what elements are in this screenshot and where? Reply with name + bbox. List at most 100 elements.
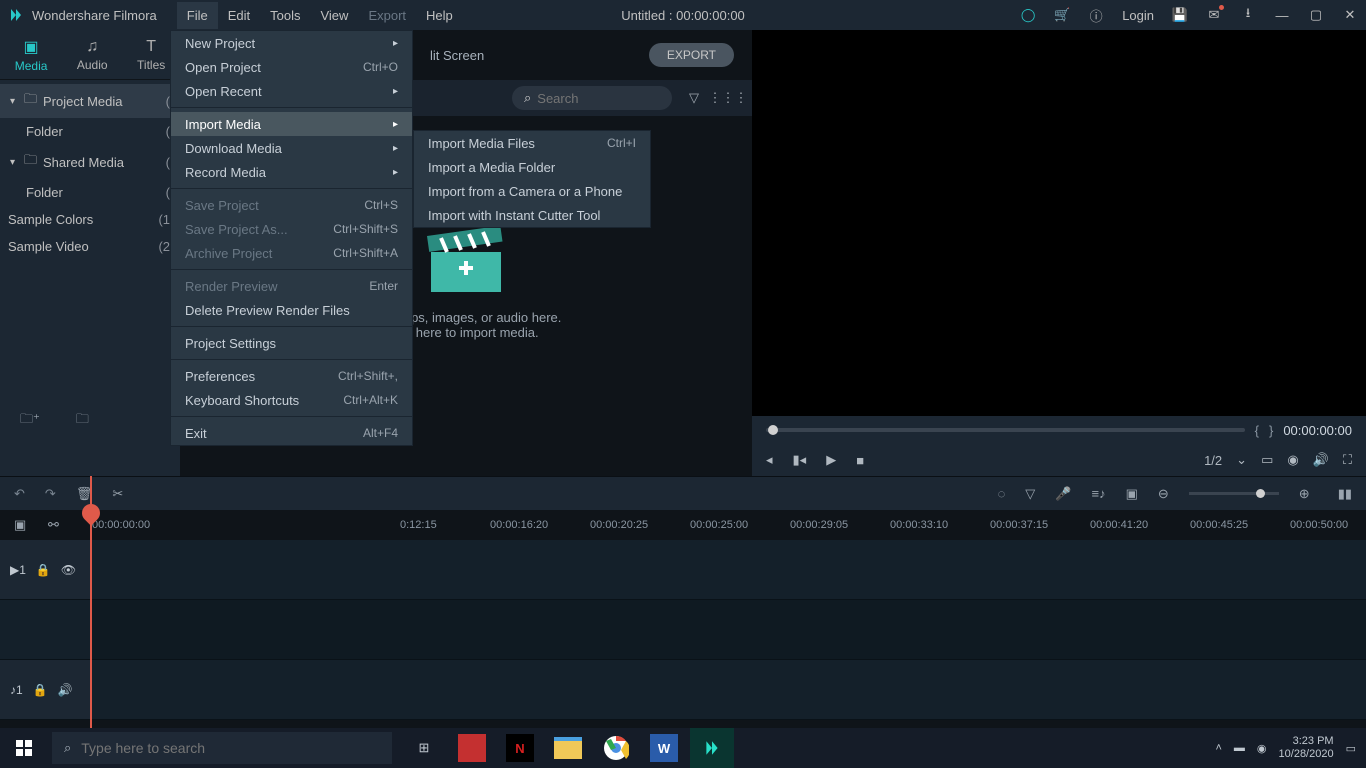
- search-box[interactable]: ⌕: [512, 86, 672, 110]
- maximize-button[interactable]: ▢: [1308, 7, 1324, 23]
- tray-chevron-icon[interactable]: ˄: [1215, 742, 1221, 754]
- task-view-icon[interactable]: ⊞: [402, 728, 446, 768]
- playhead[interactable]: [90, 476, 92, 728]
- open-folder-icon[interactable]: 🗀: [76, 410, 89, 432]
- taskbar-app[interactable]: N: [498, 728, 542, 768]
- save-icon[interactable]: 💾: [1172, 7, 1188, 23]
- scrub-track[interactable]: [766, 428, 1245, 432]
- menu-file[interactable]: File: [177, 2, 218, 29]
- submenu-import-files[interactable]: Import Media FilesCtrl+I: [414, 131, 650, 155]
- login-button[interactable]: Login: [1122, 8, 1154, 23]
- quality-icon[interactable]: ▭: [1261, 452, 1273, 468]
- redo-button[interactable]: ↷: [45, 486, 56, 502]
- menu-help[interactable]: Help: [416, 2, 463, 29]
- cart-icon[interactable]: 🛒: [1054, 7, 1070, 23]
- menu-download-media[interactable]: Download Media▸: [171, 136, 412, 160]
- menu-import-media[interactable]: Import Media▸: [171, 112, 412, 136]
- menu-view[interactable]: View: [310, 2, 358, 29]
- eye-icon[interactable]: 👁: [61, 563, 76, 577]
- export-button[interactable]: EXPORT: [649, 43, 734, 67]
- tray-clock[interactable]: 3:23 PM 10/28/2020: [1279, 735, 1334, 761]
- zoom-slider[interactable]: [1189, 492, 1279, 495]
- track-body[interactable]: [90, 660, 1366, 720]
- submenu-import-camera[interactable]: Import from a Camera or a Phone: [414, 179, 650, 203]
- menu-edit[interactable]: Edit: [218, 2, 260, 29]
- mail-icon[interactable]: ✉: [1206, 7, 1222, 23]
- fullscreen-icon[interactable]: ⛶: [1343, 452, 1352, 468]
- tree-shared-media[interactable]: ▾🗀Shared Media(: [0, 145, 180, 179]
- marker-icon[interactable]: ▽: [1025, 486, 1035, 502]
- volume-icon[interactable]: 🔊: [1313, 452, 1329, 468]
- taskbar-filmora[interactable]: [690, 728, 734, 768]
- zoom-in-button[interactable]: ⊕: [1299, 486, 1310, 502]
- preview-viewport[interactable]: [752, 30, 1366, 416]
- crop-icon[interactable]: ▣: [1126, 486, 1138, 502]
- menu-open-project[interactable]: Open ProjectCtrl+O: [171, 55, 412, 79]
- tab-titles[interactable]: TTitles: [137, 38, 165, 72]
- submenu-import-cutter[interactable]: Import with Instant Cutter Tool: [414, 203, 650, 227]
- tab-audio[interactable]: ♫Audio: [77, 38, 108, 72]
- split-screen-label[interactable]: lit Screen: [430, 48, 484, 63]
- taskbar-explorer[interactable]: [546, 728, 590, 768]
- download-icon[interactable]: ⭳: [1240, 7, 1256, 23]
- track-body[interactable]: [90, 540, 1366, 600]
- menu-project-settings[interactable]: Project Settings: [171, 331, 412, 355]
- mixer-icon[interactable]: ≡♪: [1091, 486, 1105, 501]
- menu-record-media[interactable]: Record Media▸: [171, 160, 412, 184]
- tree-project-media[interactable]: ▾🗀Project Media(: [0, 84, 180, 118]
- chevron-down-icon[interactable]: ⌄: [1236, 452, 1247, 468]
- taskbar-word[interactable]: W: [642, 728, 686, 768]
- tab-media[interactable]: ▣Media: [15, 37, 48, 73]
- close-button[interactable]: ✕: [1342, 7, 1358, 23]
- menu-export[interactable]: Export: [358, 2, 416, 29]
- voiceover-icon[interactable]: 🎤: [1055, 486, 1071, 502]
- tree-folder[interactable]: Folder(: [0, 118, 180, 145]
- taskbar-app[interactable]: [450, 728, 494, 768]
- taskbar-search-input[interactable]: [81, 740, 380, 756]
- taskbar-chrome[interactable]: [594, 728, 638, 768]
- submenu-import-folder[interactable]: Import a Media Folder: [414, 155, 650, 179]
- new-folder-icon[interactable]: 🗀⁺: [20, 410, 40, 432]
- menu-tools[interactable]: Tools: [260, 2, 310, 29]
- info-icon[interactable]: ⓘ: [1088, 7, 1104, 23]
- support-icon[interactable]: ◯: [1020, 7, 1036, 23]
- tree-sample-video[interactable]: Sample Video(2: [0, 233, 180, 260]
- audio-track[interactable]: ♪1 🔒 🔊: [0, 660, 1366, 720]
- zoom-handle[interactable]: [1256, 489, 1265, 498]
- tray-notifications-icon[interactable]: ▭: [1346, 742, 1356, 755]
- minimize-button[interactable]: —: [1274, 7, 1290, 23]
- taskbar-search[interactable]: ⌕: [52, 732, 392, 764]
- filter-icon[interactable]: ▽: [682, 86, 706, 110]
- menu-exit[interactable]: ExitAlt+F4: [171, 421, 412, 445]
- grid-icon[interactable]: ⋮⋮⋮: [716, 86, 740, 110]
- tray-battery-icon[interactable]: ▬: [1234, 742, 1245, 754]
- snapshot-icon[interactable]: ◉: [1287, 452, 1298, 468]
- zoom-out-button[interactable]: ⊖: [1158, 486, 1169, 502]
- search-input[interactable]: [537, 91, 637, 106]
- fit-timeline-icon[interactable]: ▮▮: [1338, 486, 1352, 502]
- tree-folder[interactable]: Folder(: [0, 179, 180, 206]
- play-button[interactable]: ▶: [826, 452, 836, 468]
- prev-frame-button[interactable]: ◂: [766, 452, 773, 468]
- tray-wifi-icon[interactable]: ◉: [1257, 742, 1267, 755]
- menu-delete-render-files[interactable]: Delete Preview Render Files: [171, 298, 412, 322]
- next-frame-button[interactable]: ■: [856, 453, 864, 468]
- menu-open-recent[interactable]: Open Recent▸: [171, 79, 412, 103]
- lock-icon[interactable]: 🔒: [36, 563, 51, 577]
- scrub-handle[interactable]: [768, 425, 778, 435]
- menu-new-project[interactable]: New Project▸: [171, 31, 412, 55]
- timeline-select-icon[interactable]: ▣: [14, 517, 26, 533]
- tree-sample-colors[interactable]: Sample Colors(1: [0, 206, 180, 233]
- video-track[interactable]: ▶1 🔒 👁: [0, 540, 1366, 600]
- undo-button[interactable]: ↶: [14, 486, 25, 502]
- preview-ratio[interactable]: 1/2: [1204, 453, 1222, 468]
- stop-button[interactable]: ▮◂: [793, 452, 807, 468]
- timeline-link-icon[interactable]: ⚯: [48, 517, 59, 533]
- cut-button[interactable]: ✂: [112, 486, 123, 502]
- render-icon[interactable]: ◌: [998, 486, 1006, 501]
- menu-preferences[interactable]: PreferencesCtrl+Shift+,: [171, 364, 412, 388]
- timeline-ruler[interactable]: ▣ ⚯ 00:00:00:00 0:12:15 00:00:16:20 00:0…: [0, 510, 1366, 540]
- lock-icon[interactable]: 🔒: [33, 683, 48, 697]
- start-button[interactable]: [0, 728, 48, 768]
- menu-keyboard-shortcuts[interactable]: Keyboard ShortcutsCtrl+Alt+K: [171, 388, 412, 412]
